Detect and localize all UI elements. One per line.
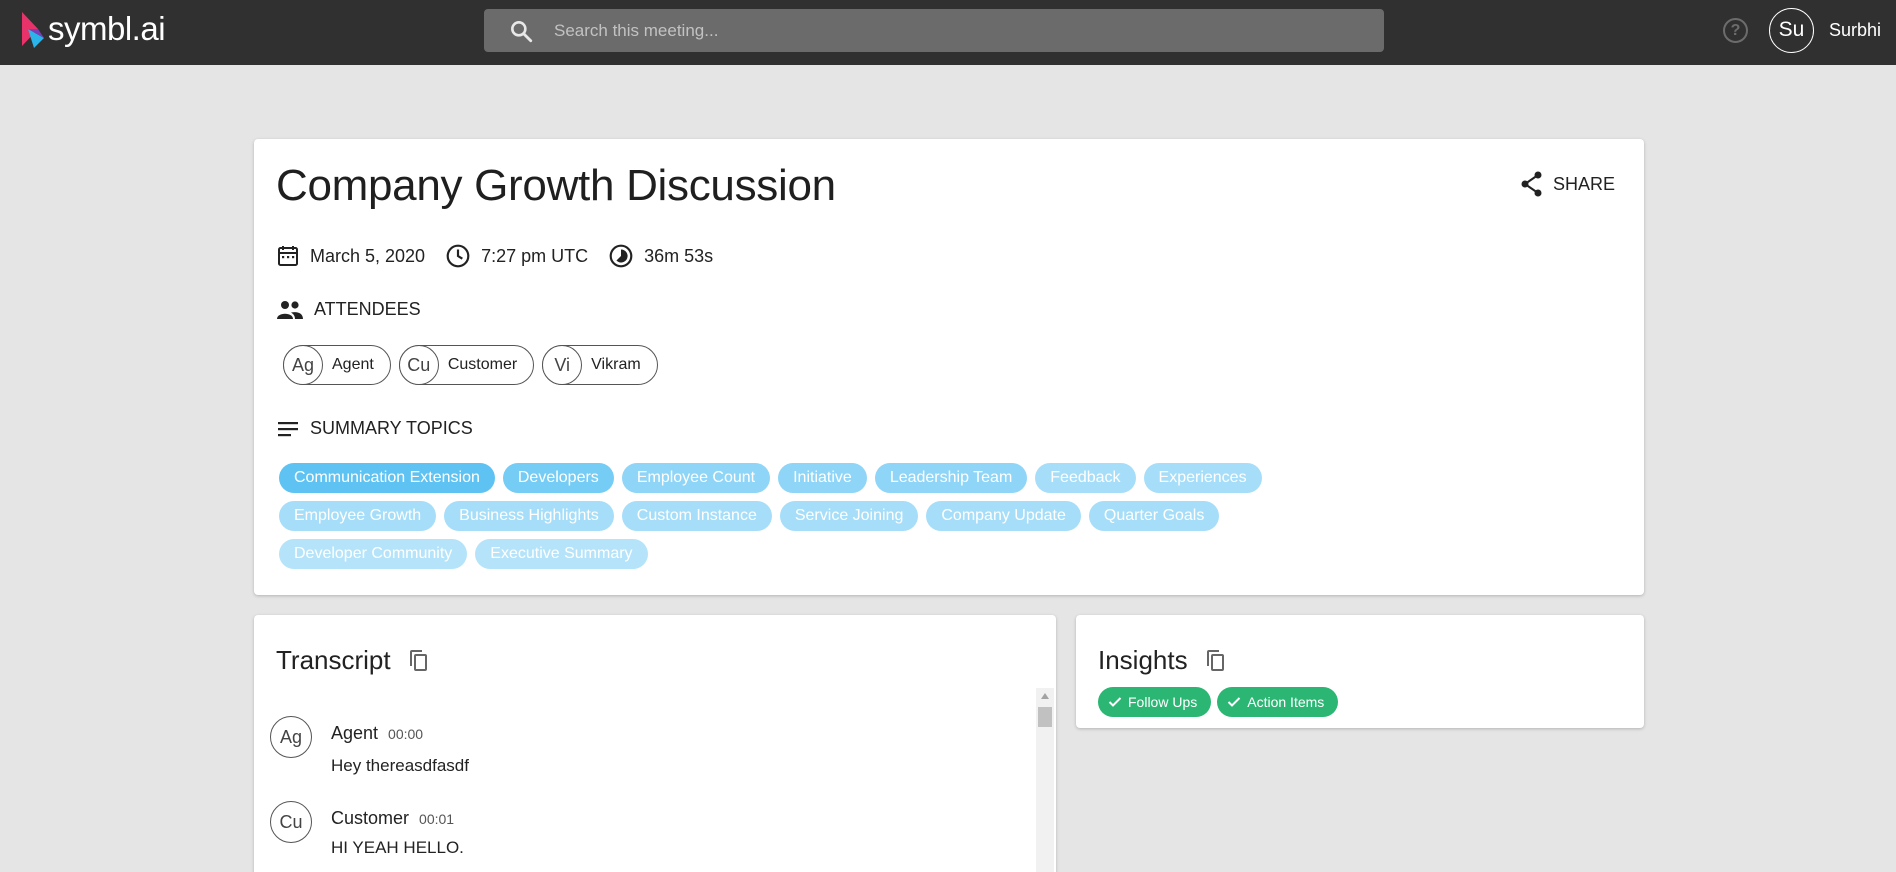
help-icon[interactable]: ?: [1723, 18, 1748, 43]
summary-topics-heading-text: SUMMARY TOPICS: [310, 418, 473, 438]
topic-chip[interactable]: Service Joining: [779, 501, 919, 531]
speaker-avatar: Cu: [270, 801, 312, 843]
attendee-chip[interactable]: Vi Vikram: [542, 345, 658, 385]
meeting-title: Company Growth Discussion: [276, 161, 836, 210]
speaker-avatar: Ag: [270, 716, 312, 758]
topic-chip[interactable]: Experiences: [1143, 463, 1262, 493]
attendees-heading: ATTENDEES: [276, 299, 421, 320]
summary-topics-heading: SUMMARY TOPICS: [276, 418, 473, 439]
check-icon: [1108, 697, 1122, 707]
topic-chip[interactable]: Feedback: [1035, 463, 1136, 493]
transcript-heading: Transcript: [276, 645, 391, 675]
logo-text: symbl.ai: [48, 10, 166, 47]
attendee-name: Vikram: [591, 356, 641, 373]
transcript-header: Transcript: [276, 645, 429, 676]
attendee-chip[interactable]: Cu Customer: [398, 345, 535, 385]
topic-chip[interactable]: Initiative: [778, 463, 867, 493]
attendee-avatar: Ag: [283, 345, 323, 385]
search-input[interactable]: [554, 20, 1334, 41]
attendee-chip[interactable]: Ag Agent: [283, 345, 391, 385]
meeting-date: March 5, 2020: [276, 244, 425, 268]
attendee-avatar: Cu: [398, 345, 439, 385]
topic-chip[interactable]: Developer Community: [279, 539, 468, 569]
summary-topic-list: Communication Extension Developers Employe…: [279, 463, 1359, 577]
symbl-logo-icon: [22, 12, 44, 48]
attendee-avatar: Vi: [542, 345, 583, 385]
topic-chip[interactable]: Custom Instance: [621, 501, 772, 531]
transcript-scrollbar[interactable]: [1036, 688, 1054, 872]
message-timestamp[interactable]: 00:01: [419, 811, 454, 827]
message-text: Hey thereasdfasdf: [331, 756, 469, 775]
topic-chip[interactable]: Leadership Team: [874, 463, 1028, 493]
topic-chip[interactable]: Executive Summary: [475, 539, 648, 569]
meeting-time: 7:27 pm UTC: [445, 243, 588, 269]
insights-header: Insights: [1098, 645, 1226, 676]
meeting-time-text: 7:27 pm UTC: [481, 245, 589, 266]
speaker-line: Customer 00:01: [331, 808, 454, 829]
action-items-label: Action Items: [1247, 694, 1325, 710]
insights-card: Insights Follow Ups Action Items: [1076, 615, 1644, 728]
message-text: HI YEAH HELLO.: [331, 838, 464, 857]
speaker-name: Agent: [331, 723, 379, 743]
user-name[interactable]: Surbhi: [1829, 20, 1881, 41]
check-icon: [1228, 697, 1241, 707]
meeting-duration: 36m 53s: [608, 243, 713, 269]
attendee-list: Ag Agent Cu Customer Vi Vikram: [283, 345, 666, 385]
speaker-name: Customer: [331, 808, 410, 828]
scroll-up-arrow-icon[interactable]: [1041, 693, 1049, 699]
meeting-duration-text: 36m 53s: [644, 245, 714, 266]
speaker-line: Agent 00:00: [331, 723, 423, 744]
timelapse-icon: [609, 244, 633, 268]
clock-icon: [446, 244, 470, 268]
meeting-summary-card: Company Growth Discussion SHARE March 5,…: [254, 139, 1644, 595]
subject-lines-icon: [278, 421, 298, 436]
symbl-logo[interactable]: symbl.ai: [20, 8, 166, 50]
meeting-date-text: March 5, 2020: [310, 245, 426, 266]
share-icon: [1521, 171, 1542, 197]
copy-icon[interactable]: [407, 649, 429, 673]
share-button[interactable]: SHARE: [1520, 171, 1615, 197]
insight-filter-chips: Follow Ups Action Items: [1098, 687, 1344, 717]
action-items-chip[interactable]: Action Items: [1217, 687, 1339, 717]
topic-chip[interactable]: Developers: [502, 463, 614, 493]
search-icon: [511, 20, 533, 42]
topic-chip[interactable]: Quarter Goals: [1088, 501, 1220, 531]
follow-ups-chip[interactable]: Follow Ups: [1098, 687, 1212, 717]
top-bar: symbl.ai ? Su Surbhi: [0, 0, 1896, 65]
attendees-heading-text: ATTENDEES: [314, 299, 421, 319]
topic-chip[interactable]: Communication Extension: [279, 463, 495, 493]
search-bar[interactable]: [484, 9, 1384, 52]
topic-chip[interactable]: Employee Growth: [279, 501, 437, 531]
topic-chip[interactable]: Employee Count: [621, 463, 771, 493]
attendee-name: Agent: [332, 356, 374, 373]
follow-ups-label: Follow Ups: [1128, 694, 1198, 710]
message-timestamp[interactable]: 00:00: [388, 726, 423, 742]
transcript-card: Transcript Ag Agent 00:00 Hey thereasdfas…: [254, 615, 1056, 872]
user-avatar[interactable]: Su: [1769, 8, 1814, 53]
scrollbar-thumb[interactable]: [1038, 707, 1052, 727]
topic-chip[interactable]: Business Highlights: [444, 501, 614, 531]
share-label: SHARE: [1553, 173, 1616, 194]
meeting-meta: March 5, 2020 7:27 pm UTC 36m 53s: [276, 243, 733, 269]
people-icon: [277, 300, 303, 319]
copy-icon[interactable]: [1204, 649, 1226, 673]
topic-chip[interactable]: Company Update: [926, 501, 1081, 531]
insights-heading: Insights: [1098, 645, 1188, 675]
attendee-name: Customer: [447, 356, 518, 373]
calendar-icon: [278, 246, 298, 266]
